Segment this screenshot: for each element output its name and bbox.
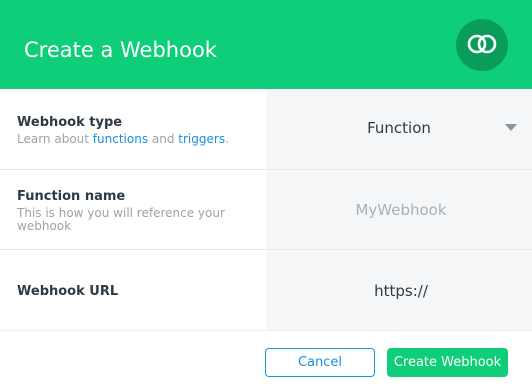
realm-logo-icon	[456, 19, 508, 71]
webhook-type-label: Webhook type	[17, 115, 123, 130]
webhook-type-select[interactable]: Function	[266, 89, 532, 169]
functions-link[interactable]: functions	[93, 132, 148, 146]
function-name-row: Function name This is how you will refer…	[0, 170, 532, 250]
help-suffix-text: .	[225, 132, 229, 146]
function-name-input[interactable]	[276, 194, 526, 226]
webhook-type-row: Webhook type Learn about functions and t…	[0, 89, 532, 170]
cancel-button[interactable]: Cancel	[265, 348, 375, 377]
webhook-type-help: Learn about functions and triggers.	[17, 133, 229, 145]
dialog-title: Create a Webhook	[24, 38, 217, 62]
webhook-type-selected-value: Function	[367, 119, 431, 137]
triggers-link[interactable]: triggers	[178, 132, 225, 146]
help-middle-text: and	[148, 132, 179, 146]
webhook-url-row: Webhook URL	[0, 250, 532, 331]
create-webhook-button[interactable]: Create Webhook	[387, 348, 508, 377]
chevron-down-icon	[505, 124, 517, 131]
create-webhook-dialog: Create a Webhook Webhook type Learn abou…	[0, 0, 532, 392]
function-name-help-line2: webhook	[17, 219, 72, 233]
help-prefix-text: Learn about	[17, 132, 93, 146]
function-name-label: Function name	[17, 189, 126, 204]
webhook-url-label: Webhook URL	[17, 284, 119, 299]
function-name-help-line1: This is how you will reference your	[17, 206, 225, 220]
dialog-header: Create a Webhook	[0, 0, 532, 89]
webhook-url-input[interactable]	[276, 275, 526, 307]
